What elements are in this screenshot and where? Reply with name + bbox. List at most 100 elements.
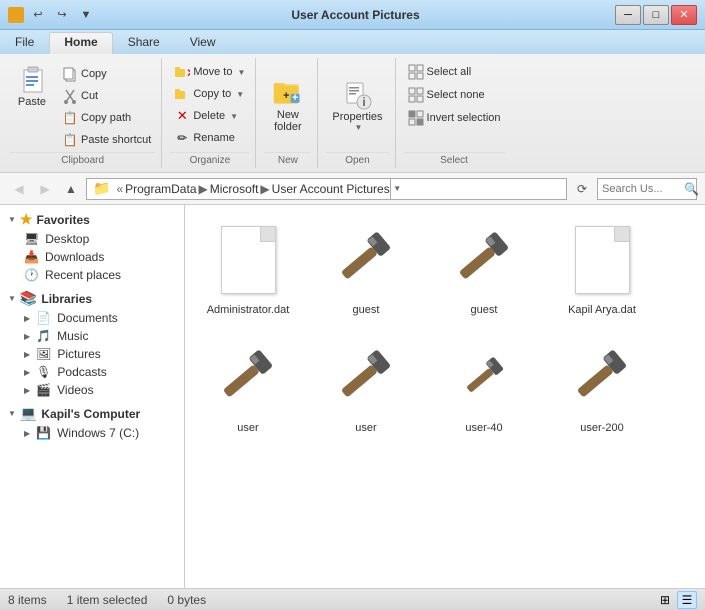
up-button[interactable]: ▲ bbox=[60, 178, 82, 200]
forward-button[interactable]: ▶ bbox=[34, 178, 56, 200]
favorites-header[interactable]: ▼ ★ Favorites bbox=[0, 209, 184, 230]
cdrive-triangle: ▶ bbox=[24, 429, 30, 438]
file-item-user200[interactable]: user-200 bbox=[547, 331, 657, 441]
paste-button[interactable]: Paste bbox=[10, 60, 54, 112]
search-input[interactable] bbox=[602, 183, 682, 195]
file-item-user40[interactable]: user-40 bbox=[429, 331, 539, 441]
file-item-admin[interactable]: Administrator.dat bbox=[193, 213, 303, 323]
address-path[interactable]: 📁 « ProgramData ▶ Microsoft ▶ User Accou… bbox=[86, 178, 567, 200]
copy-to-label: Copy to bbox=[193, 88, 231, 100]
move-to-label: Move to bbox=[193, 66, 232, 78]
select-all-icon bbox=[408, 64, 424, 80]
icon-view-button[interactable]: ⊞ bbox=[655, 591, 675, 609]
podcasts-label: Podcasts bbox=[57, 365, 106, 379]
window-title: User Account Pictures bbox=[96, 8, 615, 22]
delete-button[interactable]: ✕ Delete ▼ bbox=[170, 106, 242, 126]
clipboard-group: Paste Copy bbox=[4, 58, 162, 168]
qat-back[interactable]: ↩ bbox=[28, 6, 48, 24]
tab-home[interactable]: Home bbox=[49, 32, 112, 54]
items-count: 8 items bbox=[8, 593, 47, 607]
select-none-button[interactable]: Select none bbox=[404, 85, 489, 105]
qat-forward[interactable]: ↪ bbox=[52, 6, 72, 24]
sidebar-item-recent[interactable]: 🕐 Recent places bbox=[0, 266, 184, 284]
tab-view[interactable]: View bbox=[175, 32, 231, 54]
path-microsoft: Microsoft bbox=[210, 182, 259, 196]
qat-dropdown[interactable]: ▼ bbox=[76, 6, 96, 24]
file-item-kapil[interactable]: Kapil Arya.dat bbox=[547, 213, 657, 323]
sidebar-item-podcasts[interactable]: ▶ 🎙 Podcasts bbox=[0, 363, 184, 381]
list-view-button[interactable]: ☰ bbox=[677, 591, 697, 609]
sidebar-item-pictures[interactable]: ▶ 🖼 Pictures bbox=[0, 345, 184, 363]
sidebar-item-cdrive[interactable]: ▶ 💾 Windows 7 (C:) bbox=[0, 424, 184, 442]
recent-label: Recent places bbox=[45, 268, 121, 282]
new-folder-label: Newfolder bbox=[274, 109, 302, 133]
new-folder-button[interactable]: + + Newfolder bbox=[266, 73, 310, 137]
back-button[interactable]: ◀ bbox=[8, 178, 30, 200]
paste-label: Paste bbox=[18, 96, 46, 108]
open-label: Open bbox=[326, 152, 388, 168]
paste-shortcut-label: Paste shortcut bbox=[81, 134, 151, 146]
copy-button[interactable]: Copy bbox=[58, 64, 155, 84]
file-item-user1[interactable]: user bbox=[193, 331, 303, 441]
music-triangle: ▶ bbox=[24, 332, 30, 341]
address-bar: ◀ ▶ ▲ 📁 « ProgramData ▶ Microsoft ▶ User… bbox=[0, 173, 705, 205]
file-item-guest1[interactable]: guest bbox=[311, 213, 421, 323]
tab-file[interactable]: File bbox=[0, 32, 49, 54]
file-label-kapil: Kapil Arya.dat bbox=[568, 304, 636, 316]
libraries-section: ▼ 📚 Libraries ▶ 📄 Documents ▶ 🎵 Music ▶ … bbox=[0, 288, 184, 399]
file-label-user200: user-200 bbox=[580, 422, 623, 434]
path-dropdown-arrow[interactable]: ▼ bbox=[390, 178, 404, 200]
libraries-header[interactable]: ▼ 📚 Libraries bbox=[0, 288, 184, 309]
copy-path-label: Copy path bbox=[81, 112, 131, 124]
doc-icon-kapil bbox=[575, 226, 630, 294]
properties-button[interactable]: i Properties ▼ bbox=[326, 75, 388, 136]
pictures-icon: 🖼 bbox=[36, 347, 51, 361]
paste-icon bbox=[16, 64, 48, 96]
computer-triangle: ▼ bbox=[8, 409, 16, 418]
file-thumb-user2 bbox=[326, 338, 406, 418]
sidebar-item-documents[interactable]: ▶ 📄 Documents bbox=[0, 309, 184, 327]
select-all-button[interactable]: Select all bbox=[404, 62, 476, 82]
svg-text:+: + bbox=[283, 90, 289, 102]
sidebar-item-desktop[interactable]: 🖥 Desktop bbox=[0, 230, 184, 248]
tab-share[interactable]: Share bbox=[113, 32, 175, 54]
copy-path-icon: 📋 bbox=[62, 110, 78, 126]
copy-label: Copy bbox=[81, 68, 107, 80]
copy-to-button[interactable]: Copy to ▼ bbox=[170, 84, 248, 104]
documents-icon: 📄 bbox=[36, 311, 51, 325]
delete-icon: ✕ bbox=[174, 108, 190, 124]
refresh-button[interactable]: ⟳ bbox=[571, 178, 593, 200]
file-item-user2[interactable]: user bbox=[311, 331, 421, 441]
file-area[interactable]: Administrator.dat guest bbox=[185, 205, 705, 588]
paste-shortcut-button[interactable]: 📋 Paste shortcut bbox=[58, 130, 155, 150]
maximize-button[interactable]: □ bbox=[643, 5, 669, 25]
doc-icon-admin bbox=[221, 226, 276, 294]
file-label-user1: user bbox=[237, 422, 258, 434]
cut-icon bbox=[62, 88, 78, 104]
rename-button[interactable]: ✏ Rename bbox=[170, 128, 239, 148]
minimize-button[interactable]: ─ bbox=[615, 5, 641, 25]
file-label-user2: user bbox=[355, 422, 376, 434]
computer-header[interactable]: ▼ 💻 Kapil's Computer bbox=[0, 403, 184, 424]
sidebar-item-music[interactable]: ▶ 🎵 Music bbox=[0, 327, 184, 345]
invert-selection-icon bbox=[408, 110, 424, 126]
favorites-section: ▼ ★ Favorites 🖥 Desktop 📥 Downloads 🕐 Re… bbox=[0, 209, 184, 284]
documents-label: Documents bbox=[57, 311, 118, 325]
videos-triangle: ▶ bbox=[24, 386, 30, 395]
file-item-guest2[interactable]: guest bbox=[429, 213, 539, 323]
select-all-label: Select all bbox=[427, 66, 472, 78]
close-button[interactable]: ✕ bbox=[671, 5, 697, 25]
sidebar-item-downloads[interactable]: 📥 Downloads bbox=[0, 248, 184, 266]
move-to-button[interactable]: ✕ Move to ▼ bbox=[170, 62, 249, 82]
sidebar-item-videos[interactable]: ▶ 🎬 Videos bbox=[0, 381, 184, 399]
selected-count: 1 item selected bbox=[67, 593, 148, 607]
cut-button[interactable]: Cut bbox=[58, 86, 155, 106]
organize-group: ✕ Move to ▼ Copy to ▼ ✕ Delete ▼ bbox=[164, 58, 256, 168]
copy-path-button[interactable]: 📋 Copy path bbox=[58, 108, 155, 128]
music-label: Music bbox=[57, 329, 88, 343]
favorites-star-icon: ★ bbox=[20, 211, 33, 228]
invert-selection-label: Invert selection bbox=[427, 112, 501, 124]
delete-label: Delete bbox=[193, 110, 225, 122]
open-group: i Properties ▼ Open bbox=[320, 58, 395, 168]
invert-selection-button[interactable]: Invert selection bbox=[404, 108, 505, 128]
